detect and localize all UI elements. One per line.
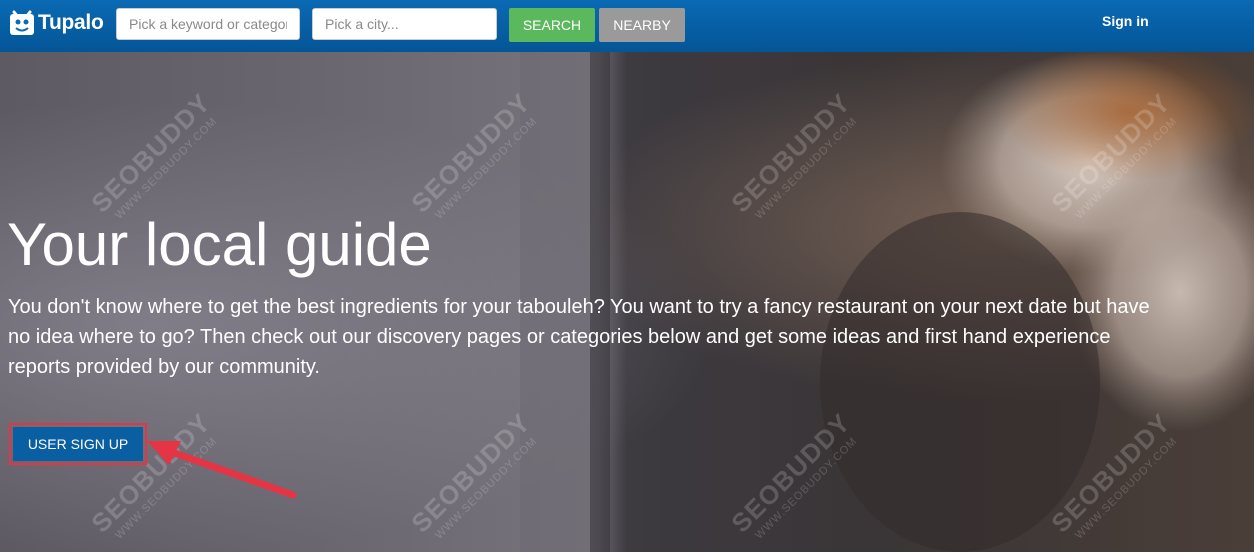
watermark: SEOBUDDY WWW.SEOBUDDY.COM [725,407,860,542]
hero-title: Your local guide [7,211,432,278]
sign-in-link[interactable]: Sign in [1102,13,1149,29]
watermark: SEOBUDDY WWW.SEOBUDDY.COM [405,407,540,542]
watermark: SEOBUDDY WWW.SEOBUDDY.COM [725,87,860,222]
keyword-input[interactable] [116,8,300,40]
signup-highlight-box: USER SIGN UP [9,423,147,465]
watermark: SEOBUDDY WWW.SEOBUDDY.COM [1045,87,1180,222]
logo-text: Tupalo [38,11,104,34]
city-input[interactable] [312,8,497,40]
logo[interactable]: Tupalo [8,8,104,38]
watermark: SEOBUDDY WWW.SEOBUDDY.COM [1045,407,1180,542]
hero-description: You don't know where to get the best ing… [8,296,1150,378]
top-navbar: Tupalo SEARCH NEARBY Sign in [0,0,1254,52]
search-button[interactable]: SEARCH [509,8,595,42]
user-sign-up-button[interactable]: USER SIGN UP [13,427,143,461]
annotation-arrow-icon [147,441,297,499]
nearby-button[interactable]: NEARBY [599,8,685,42]
hero-section: SEOBUDDY WWW.SEOBUDDY.COM SEOBUDDY WWW.SEO… [0,52,1254,552]
tupalo-logo-icon [10,10,34,35]
